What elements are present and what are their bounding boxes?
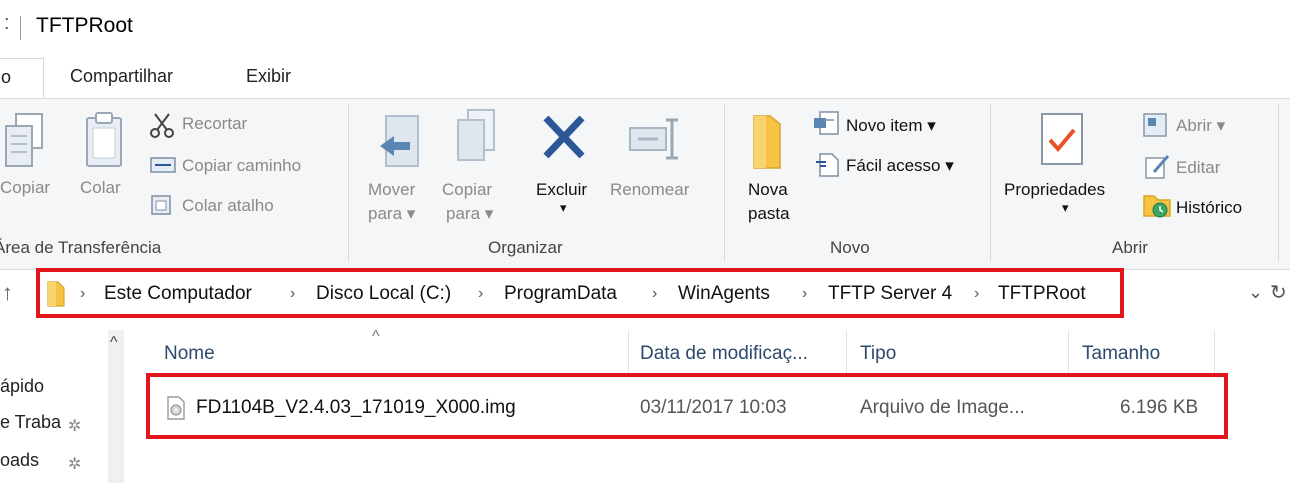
disc-image-file-icon xyxy=(166,396,186,420)
copy-button[interactable]: Copiar xyxy=(0,178,50,198)
group-divider xyxy=(724,104,725,262)
rename-button[interactable]: Renomear xyxy=(610,180,689,200)
window-title: TFTPRoot xyxy=(36,14,133,37)
column-divider[interactable] xyxy=(1068,330,1069,376)
nav-scrollbar[interactable] xyxy=(108,330,124,483)
copy-path-button[interactable]: Copiar caminho xyxy=(182,156,301,176)
open-button[interactable]: Abrir ▾ xyxy=(1176,116,1225,136)
move-to-dropdown[interactable]: para ▾ xyxy=(368,204,415,224)
clipboard-group-label: Área de Transferência xyxy=(0,238,162,257)
breadcrumb-chevron[interactable]: › xyxy=(974,285,979,303)
open-icon xyxy=(1142,112,1168,138)
breadcrumb-chevron[interactable]: › xyxy=(652,285,657,303)
title-divider xyxy=(20,16,21,40)
copy-icon xyxy=(4,112,44,172)
group-divider xyxy=(990,104,991,262)
sort-ascending-icon: ^ xyxy=(372,328,380,345)
new-group-label: Novo xyxy=(830,238,870,257)
pin-icon: ✲ xyxy=(68,456,82,473)
open-group-label: Abrir xyxy=(1112,238,1148,257)
column-header-name[interactable]: Nome xyxy=(164,343,215,365)
file-date: 03/11/2017 10:03 xyxy=(640,397,787,418)
new-folder-button-line2[interactable]: pasta xyxy=(748,204,790,224)
file-name[interactable]: FD1104B_V2.4.03_171019_X000.img xyxy=(196,397,516,419)
move-to-button[interactable]: Mover xyxy=(368,180,415,200)
easy-access-button[interactable]: Fácil acesso ▾ xyxy=(846,156,954,176)
paste-button[interactable]: Colar xyxy=(80,178,121,198)
edit-button[interactable]: Editar xyxy=(1176,158,1220,178)
new-item-icon xyxy=(812,110,840,136)
breadcrumb-chevron[interactable]: › xyxy=(478,285,483,303)
column-divider[interactable] xyxy=(628,330,629,376)
rename-icon xyxy=(628,116,684,162)
breadcrumb-winagents[interactable]: WinAgents xyxy=(678,283,770,305)
tab-home-label: o xyxy=(1,67,12,87)
edit-icon xyxy=(1144,154,1170,180)
address-dropdown-icon[interactable]: ⌄ xyxy=(1248,282,1263,303)
up-arrow-button[interactable]: ↑ xyxy=(2,280,13,306)
breadcrumb-chevron[interactable]: › xyxy=(802,285,807,303)
new-folder-icon xyxy=(750,112,784,170)
cut-button[interactable]: Recortar xyxy=(182,114,247,134)
breadcrumb-este-computador[interactable]: Este Computador xyxy=(104,283,252,305)
organize-group-label: Organizar xyxy=(488,238,563,257)
column-header-size[interactable]: Tamanho xyxy=(1082,343,1160,365)
pin-icon: ✲ xyxy=(68,418,82,435)
copy-to-icon xyxy=(452,108,498,170)
tab-share[interactable]: Compartilhar xyxy=(70,66,173,87)
column-header-type[interactable]: Tipo xyxy=(860,343,896,365)
delete-dropdown[interactable]: ▾ xyxy=(560,200,567,216)
copy-to-dropdown[interactable]: para ▾ xyxy=(446,204,493,224)
title-prefix: : xyxy=(4,12,10,34)
paste-icon xyxy=(84,110,124,170)
column-header-date[interactable]: Data de modificaç... xyxy=(640,343,808,365)
file-type: Arquivo de Image... xyxy=(860,397,1025,418)
paste-shortcut-icon xyxy=(150,194,172,216)
column-divider[interactable] xyxy=(846,330,847,376)
folder-icon xyxy=(46,280,66,308)
delete-button[interactable]: Excluir xyxy=(536,180,587,200)
paste-shortcut-button[interactable]: Colar atalho xyxy=(182,196,274,216)
breadcrumb-tftp-server-4[interactable]: TFTP Server 4 xyxy=(828,283,952,305)
copy-to-button[interactable]: Copiar xyxy=(442,180,492,200)
breadcrumb-tftproot[interactable]: TFTPRoot xyxy=(998,283,1086,305)
scissors-icon xyxy=(150,112,174,138)
properties-dropdown[interactable]: ▾ xyxy=(1062,200,1069,216)
group-divider xyxy=(1278,104,1279,262)
refresh-icon[interactable]: ↻ xyxy=(1270,280,1287,305)
breadcrumb-chevron[interactable]: › xyxy=(290,285,295,303)
history-icon xyxy=(1142,192,1172,220)
copy-path-icon xyxy=(150,156,176,174)
easy-access-icon xyxy=(814,152,840,178)
title-bar: : TFTPRoot xyxy=(0,0,1290,56)
group-divider xyxy=(348,104,349,262)
properties-icon xyxy=(1040,112,1086,168)
delete-x-icon xyxy=(540,112,588,164)
properties-button[interactable]: Propriedades xyxy=(1004,180,1105,200)
new-folder-button[interactable]: Nova xyxy=(748,180,788,200)
nav-scroll-up[interactable]: ^ xyxy=(110,334,118,352)
breadcrumb-chevron[interactable]: › xyxy=(80,285,85,303)
history-button[interactable]: Histórico xyxy=(1176,198,1242,218)
nav-item-downloads[interactable]: oads xyxy=(0,450,39,471)
column-divider[interactable] xyxy=(1214,330,1215,376)
breadcrumb-programdata[interactable]: ProgramData xyxy=(504,283,617,305)
move-to-icon xyxy=(376,112,422,172)
file-size: 6.196 KB xyxy=(1120,397,1199,418)
nav-item-desktop[interactable]: e Traba xyxy=(0,412,61,433)
new-item-button[interactable]: Novo item ▾ xyxy=(846,116,936,136)
tab-view[interactable]: Exibir xyxy=(246,66,291,87)
tab-home[interactable]: o xyxy=(0,58,44,101)
breadcrumb-disco-local[interactable]: Disco Local (C:) xyxy=(316,283,451,305)
nav-item-quick-access[interactable]: ápido xyxy=(0,376,44,397)
